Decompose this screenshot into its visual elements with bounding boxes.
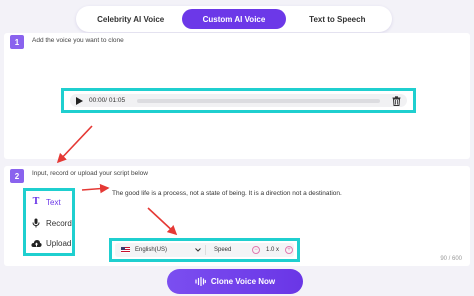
step-2-badge: 2 (10, 169, 24, 183)
waveform-icon (195, 277, 206, 286)
speed-decrease-button[interactable]: − (252, 246, 260, 254)
character-counter: 90 / 600 (440, 256, 462, 262)
microphone-icon (30, 218, 42, 228)
language-value: English(US) (135, 247, 168, 253)
clone-voice-label: Clone Voice Now (210, 277, 276, 286)
mode-upload[interactable]: Upload (30, 236, 71, 250)
audio-player: 00:00/ 01:05 (70, 94, 407, 107)
mode-record[interactable]: Record (30, 216, 72, 230)
step-1-badge: 1 (10, 35, 24, 49)
speed-increase-button[interactable]: + (285, 246, 294, 254)
trash-icon[interactable] (392, 95, 401, 106)
audio-player-highlight: 00:00/ 01:05 (61, 88, 416, 113)
voice-mode-tabs: Celebrity AI Voice Custom AI Voice Text … (76, 6, 392, 32)
speed-value: 1.0 x (266, 247, 280, 253)
script-textarea[interactable]: The good life is a process, not a state … (112, 190, 342, 197)
mode-text[interactable]: T Text (30, 195, 61, 209)
us-flag-icon (121, 247, 130, 253)
mode-record-label: Record (46, 218, 72, 228)
step-2-label: Input, record or upload your script belo… (32, 170, 148, 177)
tab-celebrity-ai-voice[interactable]: Celebrity AI Voice (79, 9, 182, 29)
tab-text-to-speech[interactable]: Text to Speech (286, 9, 389, 29)
speed-label: Speed (214, 247, 232, 253)
voice-settings-bar: English(US) Speed − 1.0 x + (115, 243, 294, 257)
language-select[interactable]: English(US) (115, 247, 205, 253)
chevron-down-icon (195, 248, 201, 252)
clone-voice-button[interactable]: Clone Voice Now (167, 269, 303, 294)
text-icon: T (32, 197, 40, 207)
voice-settings-highlight: English(US) Speed − 1.0 x + (109, 238, 300, 262)
play-icon[interactable] (76, 96, 83, 105)
mode-upload-label: Upload (46, 238, 72, 248)
tab-custom-ai-voice[interactable]: Custom AI Voice (182, 9, 286, 29)
upload-cloud-icon (30, 239, 42, 248)
speed-stepper: − 1.0 x + (252, 246, 294, 254)
input-mode-list: T Text Record Upload (23, 188, 75, 256)
audio-progress-bar[interactable] (137, 98, 380, 103)
audio-time: 00:00/ 01:05 (89, 97, 126, 104)
mode-text-label: Text (46, 197, 61, 207)
step-1-label: Add the voice you want to clone (32, 37, 124, 44)
